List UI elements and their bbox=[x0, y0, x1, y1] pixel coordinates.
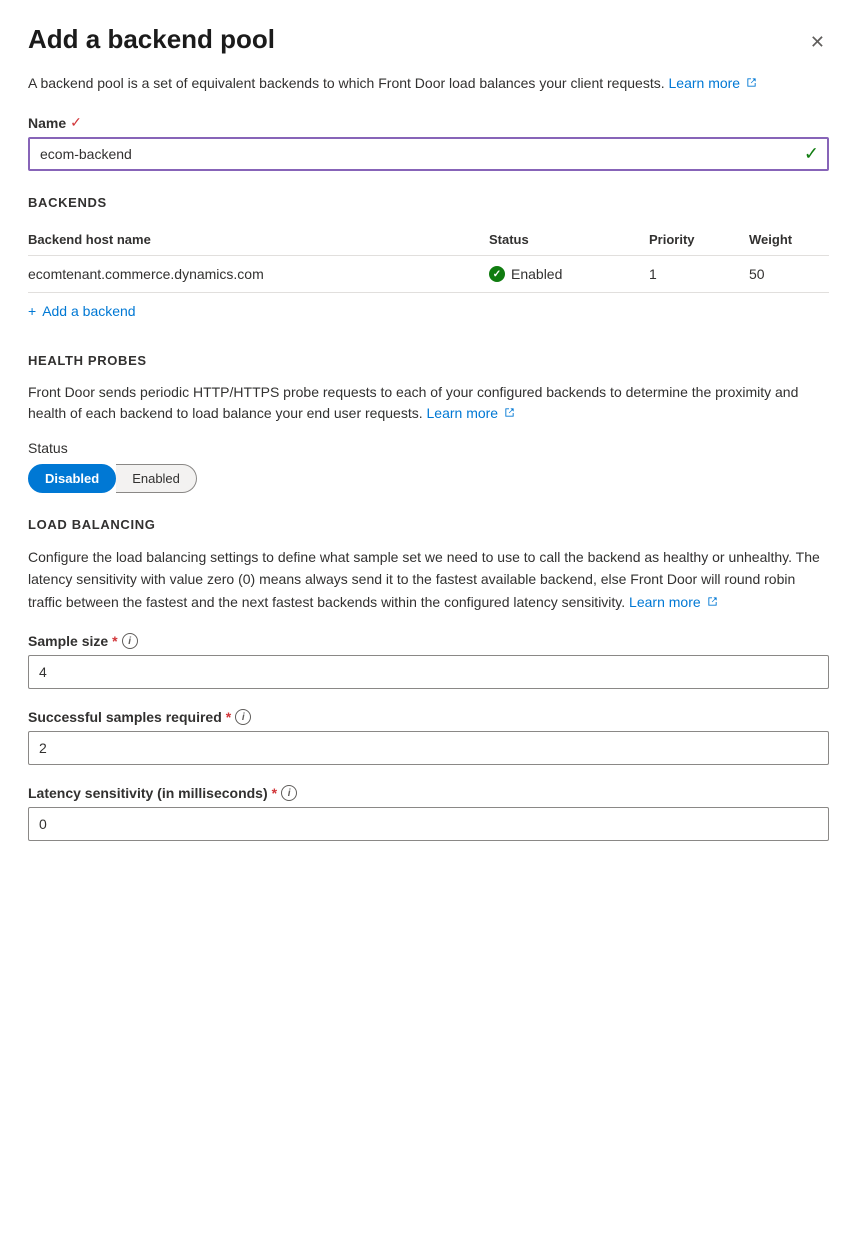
lb-external-link-icon bbox=[707, 591, 718, 613]
backend-status: Enabled bbox=[489, 266, 649, 282]
health-external-link-icon bbox=[504, 403, 515, 424]
backends-section: BACKENDS Backend host name Status Priori… bbox=[28, 195, 829, 329]
health-probes-description: Front Door sends periodic HTTP/HTTPS pro… bbox=[28, 382, 829, 424]
latency-sensitivity-input[interactable] bbox=[28, 807, 829, 841]
name-input-wrapper: ✓ bbox=[28, 137, 829, 171]
toggle-disabled[interactable]: Disabled bbox=[28, 464, 116, 493]
health-status-toggle: Disabled Enabled bbox=[28, 464, 829, 493]
load-balancing-section: LOAD BALANCING Configure the load balanc… bbox=[28, 517, 829, 841]
backend-row: ecomtenant.commerce.dynamics.com Enabled… bbox=[28, 256, 829, 293]
add-backend-pool-panel: Add a backend pool ✕ A backend pool is a… bbox=[0, 0, 857, 1253]
name-section: Name ✓ ✓ bbox=[28, 114, 829, 171]
sample-size-info-icon[interactable]: i bbox=[122, 633, 138, 649]
latency-sensitivity-required: * bbox=[272, 785, 277, 801]
panel-title: Add a backend pool bbox=[28, 24, 275, 55]
sample-size-group: Sample size * i bbox=[28, 633, 829, 689]
backend-priority: 1 bbox=[649, 266, 749, 282]
successful-samples-group: Successful samples required * i bbox=[28, 709, 829, 765]
add-backend-button[interactable]: + Add a backend bbox=[28, 293, 136, 329]
latency-sensitivity-group: Latency sensitivity (in milliseconds) * … bbox=[28, 785, 829, 841]
name-valid-icon: ✓ bbox=[804, 144, 819, 165]
close-icon: ✕ bbox=[810, 32, 825, 53]
col-status: Status bbox=[489, 232, 649, 247]
sample-size-required: * bbox=[112, 633, 117, 649]
external-link-icon bbox=[746, 73, 757, 94]
health-probes-title: HEALTH PROBES bbox=[28, 353, 829, 368]
toggle-enabled[interactable]: Enabled bbox=[116, 464, 197, 493]
successful-samples-required: * bbox=[226, 709, 231, 725]
load-balancing-title: LOAD BALANCING bbox=[28, 517, 829, 532]
successful-samples-label: Successful samples required * i bbox=[28, 709, 829, 725]
name-required-indicator: ✓ bbox=[70, 114, 82, 131]
successful-samples-info-icon[interactable]: i bbox=[235, 709, 251, 725]
load-balancing-description: Configure the load balancing settings to… bbox=[28, 546, 829, 613]
backends-section-title: BACKENDS bbox=[28, 195, 829, 210]
panel-description: A backend pool is a set of equivalent ba… bbox=[28, 73, 829, 94]
latency-sensitivity-info-icon[interactable]: i bbox=[281, 785, 297, 801]
health-probes-section: HEALTH PROBES Front Door sends periodic … bbox=[28, 353, 829, 493]
health-status-label: Status bbox=[28, 440, 829, 456]
name-label: Name ✓ bbox=[28, 114, 829, 131]
backends-table-header: Backend host name Status Priority Weight bbox=[28, 224, 829, 256]
col-weight: Weight bbox=[749, 232, 829, 247]
description-learn-more-link[interactable]: Learn more bbox=[669, 75, 757, 91]
latency-sensitivity-label: Latency sensitivity (in milliseconds) * … bbox=[28, 785, 829, 801]
status-enabled-dot bbox=[489, 266, 505, 282]
panel-header: Add a backend pool ✕ bbox=[28, 24, 829, 57]
name-input[interactable] bbox=[28, 137, 829, 171]
successful-samples-input[interactable] bbox=[28, 731, 829, 765]
backend-host-name: ecomtenant.commerce.dynamics.com bbox=[28, 266, 489, 282]
col-priority: Priority bbox=[649, 232, 749, 247]
sample-size-label: Sample size * i bbox=[28, 633, 829, 649]
col-host-name: Backend host name bbox=[28, 232, 489, 247]
sample-size-input[interactable] bbox=[28, 655, 829, 689]
add-icon: + bbox=[28, 303, 36, 319]
close-button[interactable]: ✕ bbox=[806, 28, 829, 57]
load-balancing-learn-more-link[interactable]: Learn more bbox=[629, 594, 717, 610]
health-probes-learn-more-link[interactable]: Learn more bbox=[427, 405, 515, 421]
backend-weight: 50 bbox=[749, 266, 829, 282]
